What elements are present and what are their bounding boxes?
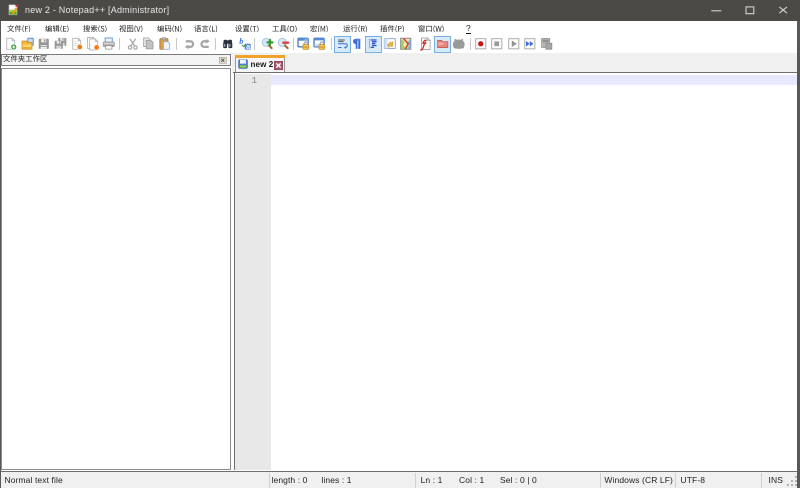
svg-text:b: b: [239, 37, 243, 46]
